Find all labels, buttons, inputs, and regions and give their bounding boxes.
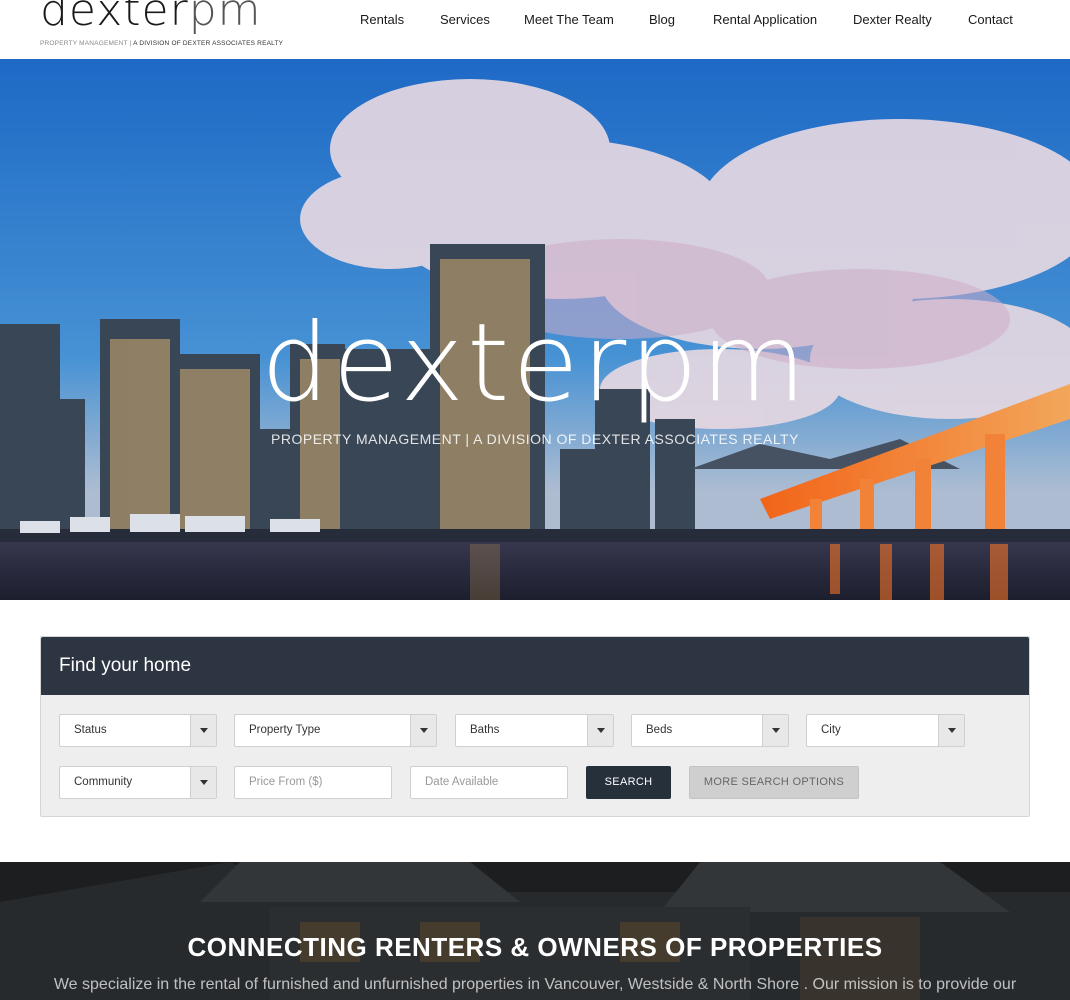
nav-contact[interactable]: Contact	[968, 12, 1013, 27]
nav-services[interactable]: Services	[440, 12, 490, 27]
chevron-down-icon	[190, 715, 216, 746]
community-select[interactable]: Community	[59, 766, 217, 799]
search-button[interactable]: SEARCH	[586, 766, 671, 799]
beds-select[interactable]: Beds	[631, 714, 789, 747]
chevron-down-icon	[762, 715, 788, 746]
nav-rentals[interactable]: Rentals	[360, 12, 404, 27]
property-type-select-value: Property Type	[249, 724, 321, 736]
nav-dexter-realty[interactable]: Dexter Realty	[853, 12, 932, 27]
chevron-down-icon	[938, 715, 964, 746]
date-available-placeholder: Date Available	[425, 776, 499, 788]
chevron-down-icon	[410, 715, 436, 746]
hero-title: dexterpm	[261, 301, 809, 426]
beds-select-value: Beds	[646, 724, 673, 736]
hero-subtitle: PROPERTY MANAGEMENT | A DIVISION OF DEXT…	[271, 431, 799, 447]
city-select[interactable]: City	[806, 714, 965, 747]
chevron-down-icon	[190, 767, 216, 798]
logo-tagline: PROPERTY MANAGEMENT | A DIVISION OF DEXT…	[40, 40, 284, 47]
property-type-select[interactable]: Property Type	[234, 714, 437, 747]
more-search-options-button[interactable]: MORE SEARCH OPTIONS	[689, 766, 859, 799]
baths-select-value: Baths	[470, 724, 500, 736]
price-from-placeholder: Price From ($)	[249, 776, 323, 788]
baths-select[interactable]: Baths	[455, 714, 614, 747]
status-select[interactable]: Status	[59, 714, 217, 747]
chevron-down-icon	[587, 715, 613, 746]
intro-text: We specialize in the rental of furnished…	[53, 976, 1017, 993]
nav-blog[interactable]: Blog	[649, 12, 675, 27]
find-home-title: Find your home	[59, 655, 192, 676]
nav-rental-application[interactable]: Rental Application	[713, 12, 817, 27]
hero-banner: dexterpm PROPERTY MANAGEMENT | A DIVISIO…	[0, 59, 1070, 600]
status-select-value: Status	[74, 724, 107, 736]
find-home-panel: Find your home Status Property Type Bath…	[40, 636, 1030, 817]
intro-title: CONNECTING RENTERS & OWNERS OF PROPERTIE…	[187, 932, 883, 962]
site-header: dexterpm PROPERTY MANAGEMENT | A DIVISIO…	[0, 0, 1070, 59]
nav-meet-the-team[interactable]: Meet The Team	[524, 12, 614, 27]
main-nav: Rentals Services Meet The Team Blog Rent…	[0, 12, 1070, 32]
community-select-value: Community	[74, 776, 133, 788]
city-select-value: City	[821, 724, 841, 736]
find-home-header: Find your home	[41, 637, 1029, 695]
price-from-input[interactable]: Price From ($)	[234, 766, 392, 799]
intro-section: CONNECTING RENTERS & OWNERS OF PROPERTIE…	[0, 862, 1070, 1000]
date-available-input[interactable]: Date Available	[410, 766, 568, 799]
